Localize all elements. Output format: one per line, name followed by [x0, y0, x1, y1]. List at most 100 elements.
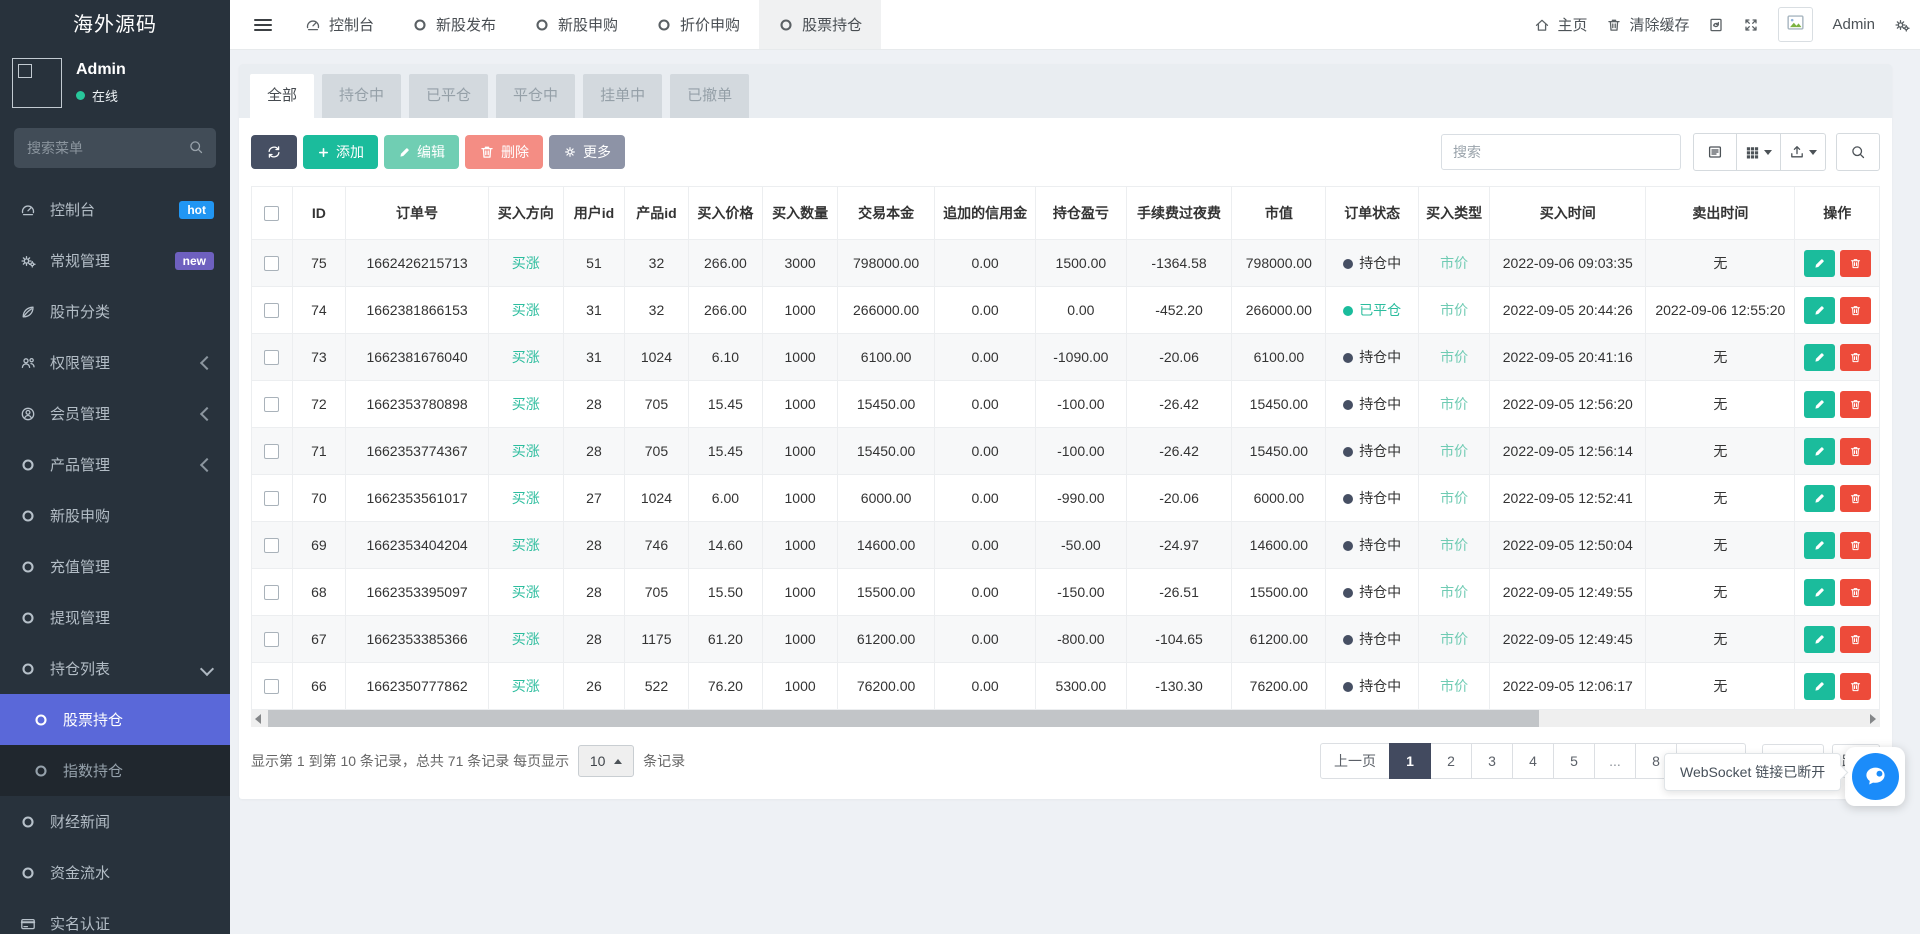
sidebar-item-product-manage[interactable]: 产品管理	[0, 439, 230, 490]
row-edit-button[interactable]	[1803, 296, 1835, 324]
row-checkbox[interactable]	[264, 350, 280, 366]
sidebar-item-stock-position[interactable]: 股票持仓	[0, 694, 230, 745]
row-edit-button[interactable]	[1803, 672, 1835, 700]
status-dot	[1343, 400, 1354, 410]
sidebar-item-realname-auth[interactable]: 实名认证	[0, 898, 230, 934]
refresh-page-icon[interactable]	[1708, 17, 1724, 33]
row-delete-button[interactable]	[1839, 296, 1871, 324]
cell-add_credit: 0.00	[934, 662, 1036, 710]
delete-button[interactable]: 删除	[465, 135, 543, 169]
sidebar-item-member-manage[interactable]: 会员管理	[0, 388, 230, 439]
column-profit: 持仓盈亏	[1034, 186, 1127, 240]
nav-tab-stock-position[interactable]: 股票持仓	[759, 0, 882, 49]
pagination-page-1[interactable]: 1	[1389, 743, 1431, 779]
sidebar-item-label: 持仓列表	[50, 661, 111, 678]
row-checkbox[interactable]	[264, 679, 280, 695]
pagination-prev[interactable]: 上一页	[1320, 743, 1390, 779]
column-market_value: 市值	[1231, 186, 1327, 240]
row-edit-button[interactable]	[1803, 484, 1835, 512]
table-search-button[interactable]	[1836, 133, 1880, 171]
row-edit-button[interactable]	[1803, 249, 1835, 277]
cell-order_no: 1662353774367	[345, 427, 489, 475]
settings-gears-icon[interactable]	[1894, 17, 1910, 33]
row-delete-button[interactable]	[1839, 672, 1871, 700]
row-checkbox[interactable]	[264, 397, 280, 413]
pagination-page-5[interactable]: 5	[1553, 743, 1595, 779]
filter-tab-closing[interactable]: 平仓中	[496, 74, 576, 118]
row-delete-button[interactable]	[1839, 249, 1871, 277]
scroll-right-arrow-icon[interactable]	[1870, 714, 1876, 724]
per-page-select[interactable]: 10	[578, 745, 635, 777]
export-button[interactable]	[1780, 133, 1826, 171]
sidebar-item-fund-flow[interactable]: 资金流水	[0, 847, 230, 898]
hamburger-icon[interactable]	[254, 16, 272, 34]
row-checkbox[interactable]	[264, 491, 280, 507]
pagination-page-2[interactable]: 2	[1430, 743, 1472, 779]
cell-sell_time: 无	[1645, 427, 1796, 475]
row-delete-button[interactable]	[1839, 343, 1871, 371]
detail-view-button[interactable]	[1693, 133, 1737, 171]
row-edit-button[interactable]	[1803, 343, 1835, 371]
row-checkbox[interactable]	[264, 585, 280, 601]
cell-buy_time: 2022-09-05 12:06:17	[1489, 662, 1647, 710]
row-checkbox[interactable]	[264, 444, 280, 460]
nav-tab-ipo-publish[interactable]: 新股发布	[393, 0, 515, 49]
cell-fee: -130.30	[1125, 662, 1233, 710]
navbar-username[interactable]: Admin	[1832, 16, 1875, 33]
sidebar-item-position-list[interactable]: 持仓列表	[0, 643, 230, 694]
nav-tab-discount-subscribe[interactable]: 折价申购	[637, 0, 759, 49]
chat-button[interactable]	[1845, 747, 1905, 806]
row-edit-button[interactable]	[1803, 531, 1835, 559]
sidebar-item-finance-news[interactable]: 财经新闻	[0, 796, 230, 847]
scroll-left-arrow-icon[interactable]	[255, 714, 261, 724]
more-button[interactable]: 更多	[549, 135, 625, 169]
row-edit-button[interactable]	[1803, 390, 1835, 418]
columns-button[interactable]	[1736, 133, 1781, 171]
edit-button[interactable]: 编辑	[384, 135, 459, 169]
row-delete-button[interactable]	[1839, 390, 1871, 418]
navbar-avatar[interactable]	[1778, 7, 1814, 42]
pagination-page-3[interactable]: 3	[1471, 743, 1513, 779]
column-ops: 操作	[1794, 186, 1880, 240]
nav-tab-console[interactable]: 控制台	[286, 0, 393, 49]
row-checkbox[interactable]	[264, 538, 280, 554]
row-delete-button[interactable]	[1839, 484, 1871, 512]
sidebar-item-ipo-subscribe[interactable]: 新股申购	[0, 490, 230, 541]
filter-tab-closed[interactable]: 已平仓	[409, 74, 489, 118]
fullscreen-icon[interactable]	[1743, 17, 1759, 33]
row-edit-button[interactable]	[1803, 578, 1835, 606]
sidebar-item-index-position[interactable]: 指数持仓	[0, 745, 230, 796]
sidebar-item-withdraw-manage[interactable]: 提现管理	[0, 592, 230, 643]
row-checkbox[interactable]	[264, 256, 280, 272]
sidebar-item-permission-manage[interactable]: 权限管理	[0, 337, 230, 388]
table-search-input[interactable]	[1441, 134, 1681, 170]
sidebar-item-general-manage[interactable]: 常规管理 new	[0, 235, 230, 286]
filter-tab-holding[interactable]: 持仓中	[322, 74, 402, 118]
sidebar-item-market-category[interactable]: 股市分类	[0, 286, 230, 337]
home-link[interactable]: 主页	[1534, 14, 1587, 35]
filter-tab-all[interactable]: 全部	[250, 74, 315, 118]
filter-tab-pending[interactable]: 挂单中	[583, 74, 663, 118]
row-checkbox[interactable]	[264, 632, 280, 648]
row-edit-button[interactable]	[1803, 625, 1835, 653]
status-badge: 持仓中	[1359, 490, 1402, 506]
clear-cache-link[interactable]: 清除缓存	[1606, 14, 1689, 35]
refresh-button[interactable]	[251, 135, 297, 169]
row-delete-button[interactable]	[1839, 578, 1871, 606]
add-button[interactable]: 添加	[303, 135, 378, 169]
select-all-checkbox[interactable]	[264, 206, 280, 222]
row-checkbox[interactable]	[264, 303, 280, 319]
search-icon[interactable]	[188, 139, 204, 158]
row-delete-button[interactable]	[1839, 625, 1871, 653]
sidebar-search-input[interactable]	[14, 128, 216, 168]
scrollbar-thumb[interactable]	[268, 710, 1539, 727]
sidebar-item-console[interactable]: 控制台 hot	[0, 184, 230, 235]
row-delete-button[interactable]	[1839, 437, 1871, 465]
row-delete-button[interactable]	[1839, 531, 1871, 559]
sidebar-item-recharge-manage[interactable]: 充值管理	[0, 541, 230, 592]
row-edit-button[interactable]	[1803, 437, 1835, 465]
filter-tab-canceled[interactable]: 已撤单	[670, 74, 750, 118]
pagination-page-4[interactable]: 4	[1512, 743, 1554, 779]
horizontal-scrollbar[interactable]	[251, 710, 1880, 727]
nav-tab-ipo-subscribe[interactable]: 新股申购	[515, 0, 637, 49]
